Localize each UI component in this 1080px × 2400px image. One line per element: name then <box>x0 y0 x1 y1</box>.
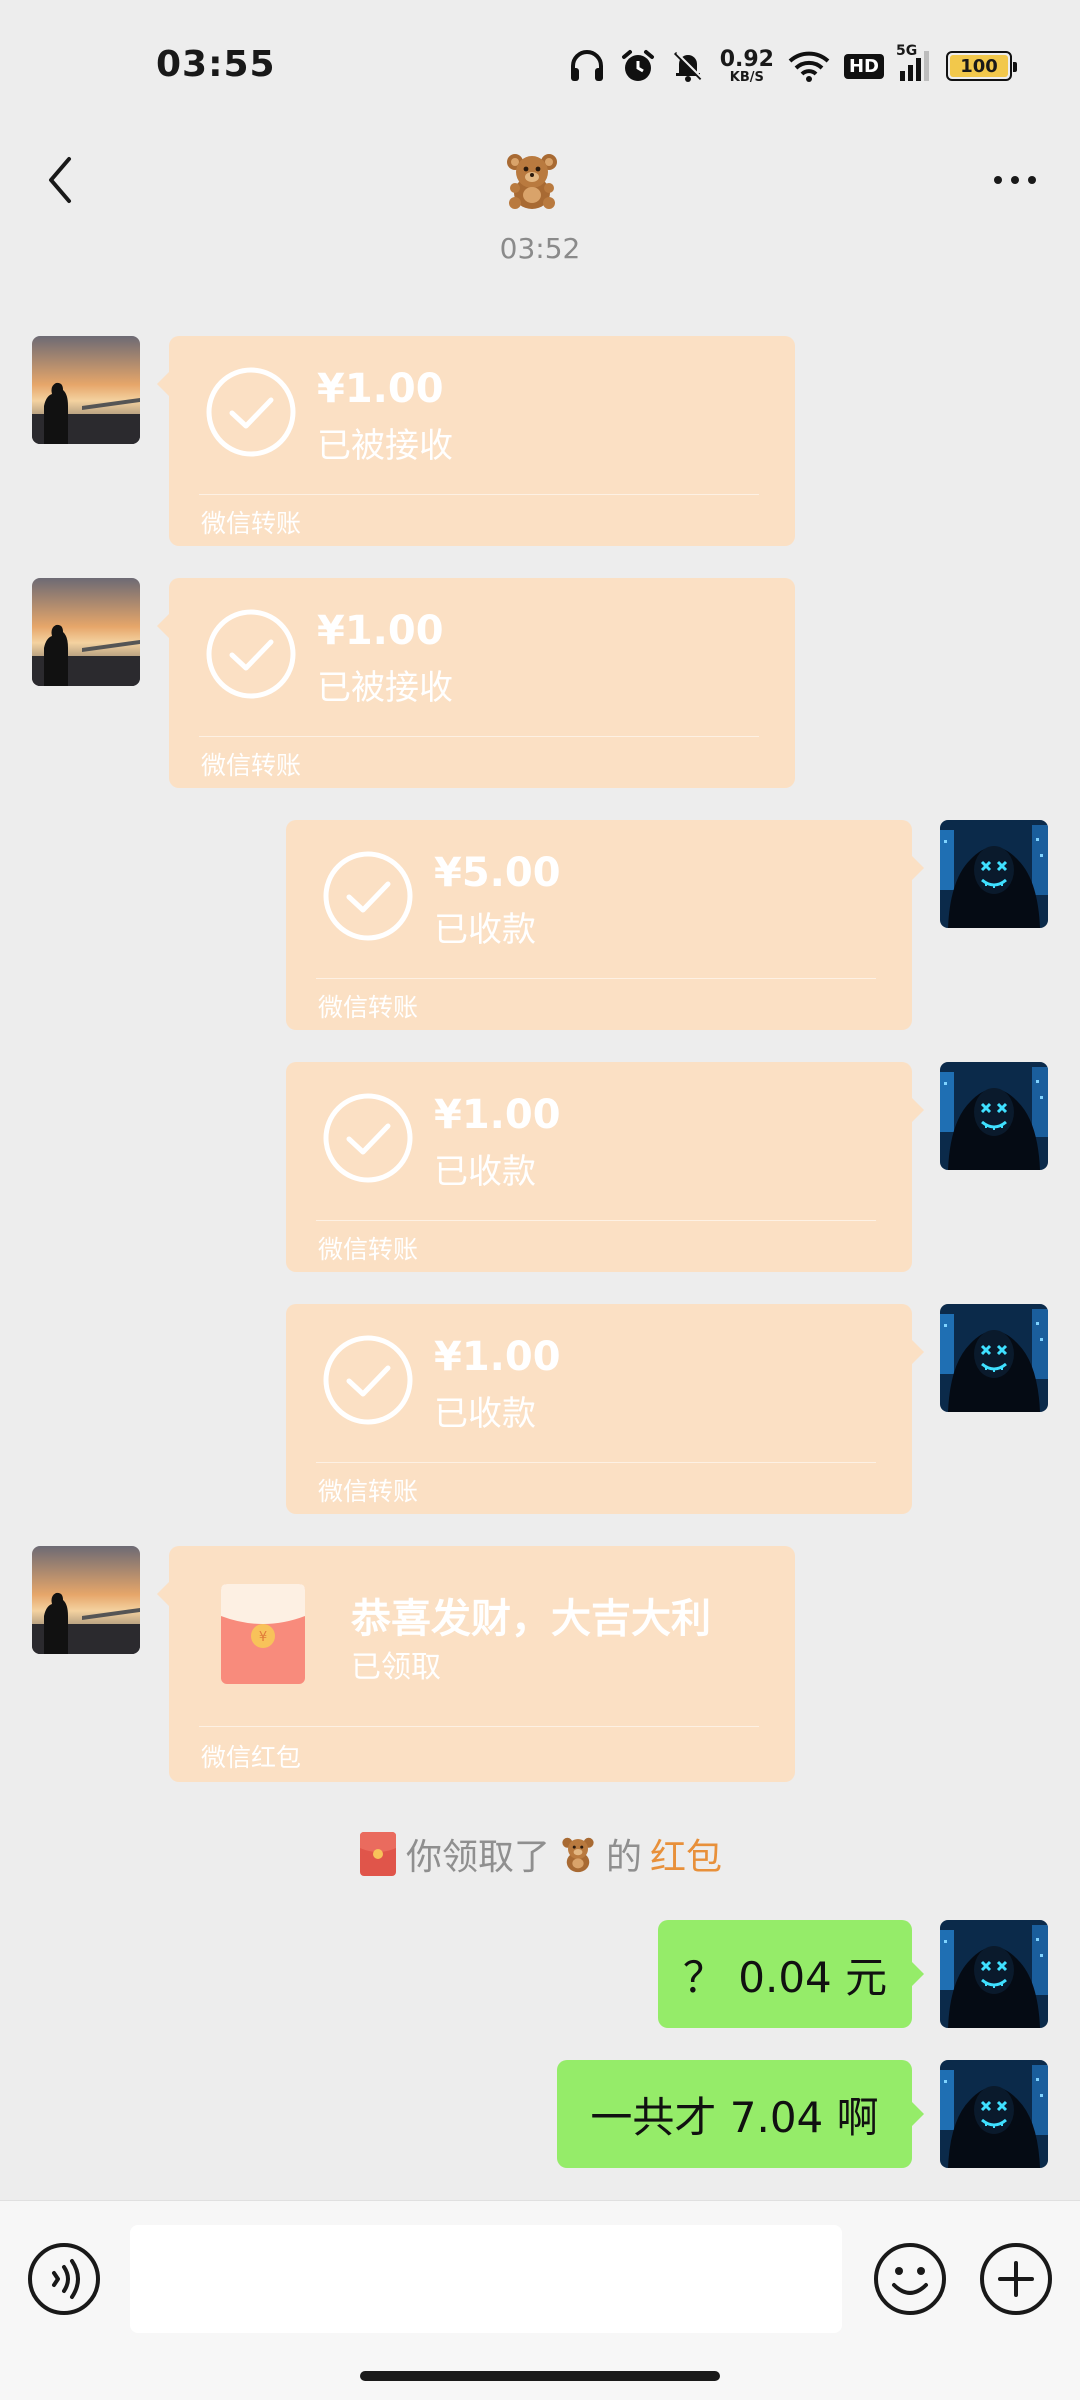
my-avatar[interactable] <box>940 2060 1048 2168</box>
system-notice: 你领取了 的 红包 <box>0 1826 1080 1882</box>
my-avatar[interactable] <box>940 1304 1048 1412</box>
contact-avatar[interactable] <box>32 336 140 444</box>
red-packet-status: 已领取 <box>351 1650 441 1685</box>
red-packet-card[interactable]: ¥ 恭喜发财，大吉大利 已领取 微信红包 <box>157 1546 795 1782</box>
sent-text-bubble[interactable]: ？ 0.04 元 <box>658 1920 924 2028</box>
svg-text:¥: ¥ <box>259 1630 267 1645</box>
card-divider <box>199 736 759 737</box>
check-circle-icon <box>323 1335 413 1425</box>
hd-badge: HD <box>843 53 884 79</box>
my-avatar[interactable] <box>940 820 1048 928</box>
status-time: 03:55 <box>156 44 276 85</box>
card-divider <box>199 1726 759 1727</box>
transfer-footer: 微信转账 <box>318 1477 419 1506</box>
network-speed: 0.92 KB/S <box>719 46 774 85</box>
red-packet-icon <box>359 1832 396 1876</box>
check-circle-icon <box>206 367 296 457</box>
transfer-card[interactable]: ¥1.00 已被接收 微信转账 <box>157 336 795 546</box>
home-indicator[interactable] <box>360 2371 720 2381</box>
mute-bell-icon <box>670 48 706 84</box>
transfer-footer: 微信转账 <box>201 751 302 780</box>
transfer-status: 已被接收 <box>317 668 453 708</box>
teddy-bear-emoji <box>562 1837 594 1873</box>
notice-suffix: 的 <box>605 1837 642 1878</box>
alarm-icon <box>620 48 656 84</box>
wifi-icon <box>788 49 830 83</box>
transfer-footer: 微信转账 <box>318 993 419 1022</box>
chat-timestamp: 03:52 <box>499 232 581 265</box>
status-icons: 0.92 KB/S HD 5G 100 <box>568 43 1017 88</box>
card-divider <box>316 1462 876 1463</box>
transfer-amount: ¥5.00 <box>434 850 561 896</box>
transfer-status: 已收款 <box>434 1394 536 1434</box>
transfer-status: 已被接收 <box>317 426 453 466</box>
my-avatar[interactable] <box>940 1920 1048 2028</box>
signal-icon: 5G <box>896 43 932 83</box>
contact-avatar[interactable] <box>32 578 140 686</box>
more-dots-icon[interactable] <box>980 150 1050 210</box>
transfer-footer: 微信转账 <box>318 1235 419 1264</box>
message-input[interactable] <box>130 2225 842 2333</box>
status-bar: 03:55 0.92 KB/S HD 5G 100 <box>0 0 1080 130</box>
red-packet-icon: ¥ <box>221 1584 305 1684</box>
battery-level: 100 <box>950 55 1008 77</box>
transfer-amount: ¥1.00 <box>317 366 444 412</box>
transfer-amount: ¥1.00 <box>317 608 444 654</box>
notice-prefix: 你领取了 <box>405 1837 550 1878</box>
red-packet-link[interactable]: 红包 <box>650 1828 722 1880</box>
card-divider <box>199 494 759 495</box>
check-circle-icon <box>206 609 296 699</box>
card-divider <box>316 1220 876 1221</box>
battery-icon: 100 <box>946 51 1017 81</box>
emoji-icon[interactable] <box>870 2239 950 2319</box>
my-avatar[interactable] <box>940 1062 1048 1170</box>
red-packet-footer: 微信红包 <box>201 1743 302 1772</box>
transfer-card[interactable]: ¥1.00 已收款 微信转账 <box>286 1304 924 1514</box>
transfer-card[interactable]: ¥5.00 已收款 微信转账 <box>286 820 924 1030</box>
red-packet-title: 恭喜发财，大吉大利 <box>351 1596 711 1642</box>
card-divider <box>316 978 876 979</box>
check-circle-icon <box>323 851 413 941</box>
chat-input-bar <box>0 2200 1080 2400</box>
teddy-bear-emoji[interactable] <box>500 148 564 212</box>
transfer-status: 已收款 <box>434 1152 536 1192</box>
sent-text-bubble[interactable]: 一共才 7.04 啊 <box>557 2060 924 2168</box>
transfer-footer: 微信转账 <box>201 509 302 538</box>
voice-icon[interactable] <box>24 2239 104 2319</box>
plus-icon[interactable] <box>976 2239 1056 2319</box>
transfer-amount: ¥1.00 <box>434 1092 561 1138</box>
transfer-status: 已收款 <box>434 910 536 950</box>
transfer-card[interactable]: ¥1.00 已收款 微信转账 <box>286 1062 924 1272</box>
back-chevron-icon[interactable] <box>30 150 90 210</box>
contact-avatar[interactable] <box>32 1546 140 1654</box>
headphones-icon <box>568 48 606 84</box>
transfer-card[interactable]: ¥1.00 已被接收 微信转账 <box>157 578 795 788</box>
transfer-amount: ¥1.00 <box>434 1334 561 1380</box>
chat-header <box>0 130 1080 240</box>
check-circle-icon <box>323 1093 413 1183</box>
